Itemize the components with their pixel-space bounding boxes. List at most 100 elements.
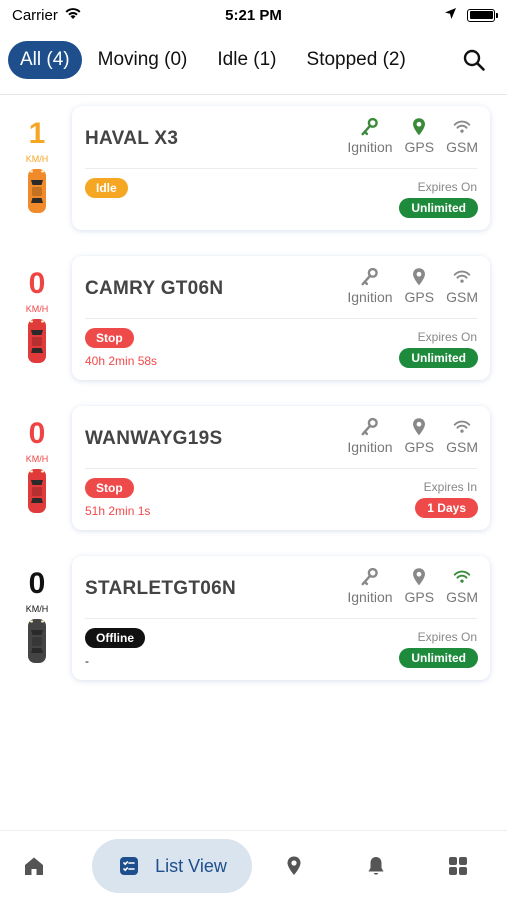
gsm-indicator: GSM: [446, 266, 478, 305]
car-icon: [27, 168, 47, 219]
status-right: [444, 7, 498, 24]
wifi-icon: [453, 270, 471, 283]
status-bar: Carrier 5:21 PM: [0, 0, 507, 30]
vehicle-card[interactable]: HAVAL X3 Ignition GPS GSM Idle Expires O…: [72, 106, 490, 230]
card-divider: [85, 468, 477, 469]
filter-tab-all[interactable]: All (4): [8, 41, 82, 79]
wifi-icon: [453, 420, 471, 433]
nav-list-view[interactable]: List View: [92, 839, 252, 893]
speed-indicator: 0 KM/H: [10, 268, 64, 369]
wifi-signal-icon: [64, 7, 82, 24]
location-pin-icon: [413, 268, 426, 286]
filter-divider: [0, 94, 507, 95]
gsm-indicator: GSM: [446, 566, 478, 605]
status-indicators: Ignition GPS GSM: [347, 416, 478, 455]
battery-icon: [467, 8, 498, 22]
gsm-label: GSM: [446, 589, 478, 605]
gps-indicator: GPS: [404, 566, 435, 605]
vehicle-card[interactable]: CAMRY GT06N Ignition GPS GSM Stop 40h 2m…: [72, 256, 490, 380]
expire-badge: 1 Days: [415, 498, 478, 518]
gps-label: GPS: [404, 589, 435, 605]
list-view-icon: [120, 857, 139, 875]
home-icon: [25, 857, 43, 875]
ignition-label: Ignition: [347, 139, 393, 155]
ignition-indicator: Ignition: [347, 266, 393, 305]
search-icon[interactable]: [459, 45, 489, 75]
ignition-label: Ignition: [347, 589, 393, 605]
speed-unit: KM/H: [25, 304, 49, 314]
key-icon: [361, 267, 378, 286]
expire-badge: Unlimited: [399, 348, 478, 368]
key-icon: [361, 117, 378, 136]
status-badge: Stop: [85, 328, 134, 348]
bell-icon: [368, 857, 384, 875]
car-icon: [27, 618, 47, 669]
key-icon: [361, 417, 378, 436]
status-left: Carrier: [12, 7, 82, 24]
status-duration: 40h 2min 58s: [85, 354, 158, 368]
expire-badge: Unlimited: [399, 648, 478, 668]
status-duration: -: [85, 654, 89, 668]
speed-indicator: 1 KM/H: [10, 118, 64, 219]
status-indicators: Ignition GPS GSM: [347, 116, 478, 155]
vehicle-card[interactable]: STARLETGT06N Ignition GPS GSM Offline - …: [72, 556, 490, 680]
expire-label: Expires In: [423, 480, 477, 494]
vehicle-row[interactable]: 0 KM/H WANWAYG19S Ignition GPS GSM Stop …: [0, 398, 507, 530]
vehicle-name: WANWAYG19S: [85, 428, 223, 449]
gps-label: GPS: [404, 439, 435, 455]
gps-indicator: GPS: [404, 266, 435, 305]
status-duration: 51h 2min 1s: [85, 504, 151, 518]
location-pin-icon: [413, 568, 426, 586]
status-badge: Stop: [85, 478, 134, 498]
speed-indicator: 0 KM/H: [10, 568, 64, 669]
nav-map[interactable]: [268, 839, 320, 893]
speed-value: 0: [28, 567, 46, 600]
car-icon: [27, 318, 47, 369]
nav-more[interactable]: [432, 839, 484, 893]
speed-indicator: 0 KM/H: [10, 418, 64, 519]
speed-unit: KM/H: [25, 604, 49, 614]
gps-label: GPS: [404, 289, 435, 305]
ignition-label: Ignition: [347, 289, 393, 305]
location-pin-icon: [413, 118, 426, 136]
speed-unit: KM/H: [25, 154, 49, 164]
bottom-nav: List View: [0, 830, 507, 900]
expire-label: Expires On: [417, 180, 477, 194]
key-icon: [361, 567, 378, 586]
gsm-label: GSM: [446, 439, 478, 455]
vehicle-row[interactable]: 0 KM/H CAMRY GT06N Ignition GPS GSM Stop…: [0, 248, 507, 380]
nav-notifications[interactable]: [350, 839, 402, 893]
status-badge: Offline: [85, 628, 145, 648]
expire-label: Expires On: [417, 630, 477, 644]
vehicle-card[interactable]: WANWAYG19S Ignition GPS GSM Stop 51h 2mi…: [72, 406, 490, 530]
status-indicators: Ignition GPS GSM: [347, 566, 478, 605]
ignition-indicator: Ignition: [347, 416, 393, 455]
card-divider: [85, 618, 477, 619]
gsm-label: GSM: [446, 139, 478, 155]
ignition-indicator: Ignition: [347, 566, 393, 605]
expire-label: Expires On: [417, 330, 477, 344]
vehicle-name: CAMRY GT06N: [85, 278, 224, 299]
ignition-label: Ignition: [347, 439, 393, 455]
wifi-icon: [453, 570, 471, 583]
gps-indicator: GPS: [404, 416, 435, 455]
speed-value: 0: [28, 267, 46, 300]
gsm-label: GSM: [446, 289, 478, 305]
filter-tab-idle[interactable]: Idle (1): [203, 41, 290, 79]
vehicle-row[interactable]: 1 KM/H HAVAL X3 Ignition GPS GSM Idle Ex…: [0, 98, 507, 230]
filter-tab-stopped[interactable]: Stopped (2): [293, 41, 420, 79]
gps-label: GPS: [404, 139, 435, 155]
speed-value: 1: [28, 117, 46, 150]
vehicle-name: HAVAL X3: [85, 128, 179, 149]
gsm-indicator: GSM: [446, 416, 478, 455]
nav-home[interactable]: [8, 839, 60, 893]
wifi-icon: [453, 120, 471, 133]
car-icon: [27, 468, 47, 519]
expire-badge: Unlimited: [399, 198, 478, 218]
vehicle-row[interactable]: 0 KM/H STARLETGT06N Ignition GPS GSM Off…: [0, 548, 507, 680]
carrier-label: Carrier: [12, 6, 58, 24]
filter-tab-moving[interactable]: Moving (0): [84, 41, 202, 79]
list-view-label: List View: [155, 855, 227, 876]
map-pin-icon: [287, 856, 301, 875]
gps-indicator: GPS: [404, 116, 435, 155]
